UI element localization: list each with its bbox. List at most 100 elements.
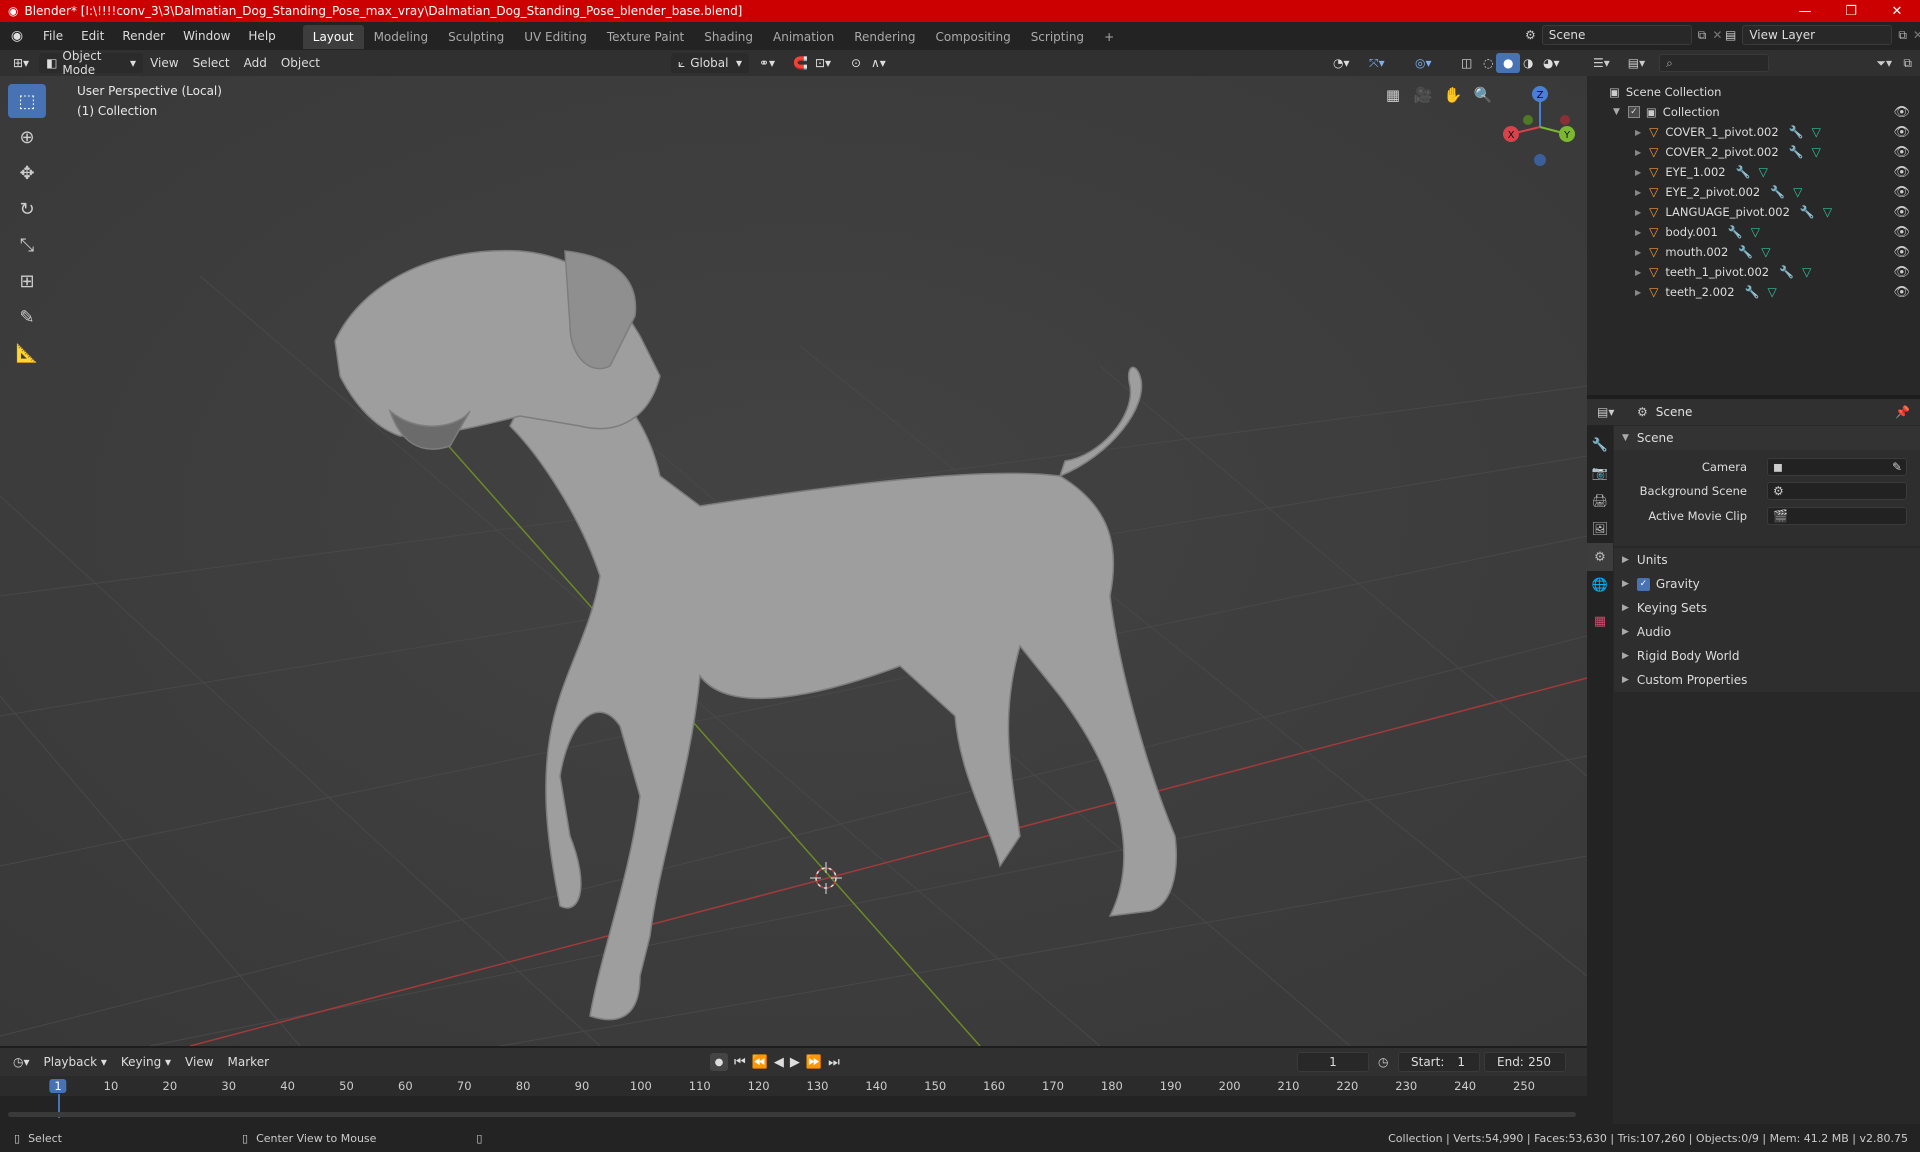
preview-range-icon[interactable]: ◷	[1378, 1055, 1388, 1069]
mesh-data-icon[interactable]: ▽	[1767, 285, 1776, 299]
mode-selector[interactable]: ◧ Object Mode ▾	[39, 49, 144, 77]
menu-view[interactable]: View	[143, 53, 185, 73]
view-layer-tab-icon[interactable]: 🖼	[1587, 515, 1613, 543]
menu-window[interactable]: Window	[174, 22, 239, 50]
zoom-view-icon[interactable]: 🔍	[1469, 81, 1497, 109]
new-collection-icon[interactable]: ⧉	[1903, 56, 1912, 71]
snap-target-icon[interactable]: ⊡▾	[808, 53, 838, 73]
outliner-object-row[interactable]: ▶ ▽ EYE_1.002 🔧 ▽ 👁	[1587, 162, 1920, 182]
cursor-tool-icon[interactable]: ⊕	[8, 120, 46, 154]
timeline-editor-type-icon[interactable]: ◷▾	[6, 1052, 37, 1072]
render-tab-icon[interactable]: 📷	[1587, 459, 1613, 487]
mesh-data-icon[interactable]: ▽	[1812, 145, 1821, 159]
outliner-object-row[interactable]: ▶ ▽ COVER_1_pivot.002 🔧 ▽ 👁	[1587, 122, 1920, 142]
outliner-object-row[interactable]: ▶ ▽ mouth.002 🔧 ▽ 👁	[1587, 242, 1920, 262]
keying-sets-panel[interactable]: ▶ Keying Sets	[1614, 596, 1920, 620]
menu-render[interactable]: Render	[113, 22, 174, 50]
collection-row[interactable]: ▼ ✓ ▣ Collection 👁	[1587, 102, 1920, 122]
timeline-scrollbar[interactable]	[8, 1112, 1576, 1117]
editor-type-icon[interactable]: ⊞▾	[6, 53, 36, 73]
outliner-object-row[interactable]: ▶ ▽ COVER_2_pivot.002 🔧 ▽ 👁	[1587, 142, 1920, 162]
background-scene-field[interactable]: ⚙	[1767, 482, 1907, 500]
eye-icon[interactable]: 👁	[1893, 185, 1910, 200]
outliner-object-row[interactable]: ▶ ▽ LANGUAGE_pivot.002 🔧 ▽ 👁	[1587, 202, 1920, 222]
tab-shading[interactable]: Shading	[694, 25, 763, 49]
texture-tab-icon[interactable]: ▦	[1587, 607, 1613, 635]
tab-uv-editing[interactable]: UV Editing	[514, 25, 597, 49]
rotate-tool-icon[interactable]: ↻	[8, 192, 46, 226]
pivot-icon[interactable]: ⚭▾	[752, 53, 782, 73]
audio-panel[interactable]: ▶ Audio	[1614, 620, 1920, 644]
filter-icon[interactable]: ⏷▾	[1876, 56, 1892, 71]
mesh-data-icon[interactable]: ▽	[1751, 225, 1760, 239]
expand-object-icon[interactable]: ▶	[1635, 228, 1641, 237]
outliner-object-row[interactable]: ▶ ▽ EYE_2_pivot.002 🔧 ▽ 👁	[1587, 182, 1920, 202]
mesh-data-icon[interactable]: ▽	[1823, 205, 1832, 219]
active-movie-clip-field[interactable]: 🎬	[1767, 507, 1907, 525]
tool-tab-icon[interactable]: 🔧	[1587, 431, 1613, 459]
toggle-perspective-icon[interactable]: ▦	[1379, 81, 1407, 109]
expand-object-icon[interactable]: ▶	[1635, 208, 1641, 217]
timeline-view-menu[interactable]: View	[178, 1052, 220, 1072]
transform-tool-icon[interactable]: ⊞	[8, 264, 46, 298]
outliner-object-row[interactable]: ▶ ▽ teeth_2.002 🔧 ▽ 👁	[1587, 282, 1920, 302]
modifier-wrench-icon[interactable]: 🔧	[1779, 265, 1794, 279]
current-frame-field[interactable]: 1	[1297, 1052, 1369, 1072]
3d-viewport[interactable]: User Perspective (Local) (1) Collection …	[0, 76, 1587, 1046]
mesh-data-icon[interactable]: ▽	[1802, 265, 1811, 279]
view-layer-selector[interactable]: View Layer	[1742, 25, 1893, 45]
new-scene-icon[interactable]: ⧉	[1698, 28, 1707, 43]
falloff-icon[interactable]: ∧▾	[864, 53, 893, 73]
world-tab-icon[interactable]: 🌐	[1587, 571, 1613, 599]
modifier-wrench-icon[interactable]: 🔧	[1736, 165, 1751, 179]
expand-collection-icon[interactable]: ▼	[1613, 107, 1620, 117]
frame-ruler[interactable]: 1 10 20 30 40 50 60 70 80 90 100 110 120 130 140 150 160…	[0, 1076, 1587, 1118]
outliner-object-row[interactable]: ▶ ▽ teeth_1_pivot.002 🔧 ▽ 👁	[1587, 262, 1920, 282]
scene-section-header[interactable]: ▼ Scene	[1614, 426, 1920, 450]
rendered-shading-icon[interactable]: ◕▾	[1536, 53, 1567, 73]
modifier-wrench-icon[interactable]: 🔧	[1770, 185, 1785, 199]
scale-tool-icon[interactable]: ⤡	[8, 228, 46, 262]
eye-icon[interactable]: 👁	[1893, 165, 1910, 180]
expand-object-icon[interactable]: ▶	[1635, 248, 1641, 257]
menu-file[interactable]: File	[34, 22, 72, 50]
tab-modeling[interactable]: Modeling	[364, 25, 439, 49]
remove-scene-icon[interactable]: ✕	[1712, 28, 1722, 42]
tab-compositing[interactable]: Compositing	[925, 25, 1020, 49]
expand-object-icon[interactable]: ▶	[1635, 268, 1641, 277]
units-panel[interactable]: ▶ Units	[1614, 548, 1920, 572]
menu-add[interactable]: Add	[237, 53, 274, 73]
camera-view-icon[interactable]: 🎥	[1409, 81, 1437, 109]
camera-field[interactable]: ◼ ✎	[1767, 458, 1907, 476]
mesh-data-icon[interactable]: ▽	[1761, 245, 1770, 259]
eye-icon[interactable]: 👁	[1893, 125, 1910, 140]
pin-icon[interactable]: 📌	[1895, 405, 1910, 419]
transform-orientation-selector[interactable]: ⟀ Global ▾	[671, 53, 749, 73]
eye-icon[interactable]: 👁	[1893, 285, 1910, 300]
rigid-body-world-panel[interactable]: ▶ Rigid Body World	[1614, 644, 1920, 668]
maximize-button[interactable]: ❐	[1828, 0, 1874, 22]
expand-object-icon[interactable]: ▶	[1635, 128, 1641, 137]
pan-view-icon[interactable]: ✋	[1439, 81, 1467, 109]
visibility-icon[interactable]: ◔▾	[1326, 53, 1357, 73]
output-tab-icon[interactable]: 🖨	[1587, 487, 1613, 515]
properties-editor-type-icon[interactable]: ▤▾	[1597, 405, 1614, 419]
select-box-tool-icon[interactable]: ⬚	[8, 84, 46, 118]
blender-menu-icon[interactable]: ◉	[0, 28, 34, 44]
outliner-editor-type-icon[interactable]: ☰▾	[1593, 56, 1610, 70]
menu-object[interactable]: Object	[274, 53, 327, 73]
navigation-gizmo[interactable]: Z Y X	[1495, 82, 1585, 172]
eye-icon[interactable]: 👁	[1893, 265, 1910, 280]
keying-menu[interactable]: Keying ▾	[114, 1052, 178, 1072]
eyedropper-icon[interactable]: ✎	[1892, 460, 1902, 474]
scene-collection-row[interactable]: ▣ Scene Collection	[1587, 82, 1920, 102]
display-mode-icon[interactable]: ▤▾	[1628, 56, 1645, 70]
eye-icon[interactable]: 👁	[1893, 145, 1910, 160]
jump-end-icon[interactable]: ⏭	[828, 1055, 840, 1070]
record-icon[interactable]: ●	[710, 1053, 728, 1071]
tab-rendering[interactable]: Rendering	[844, 25, 925, 49]
menu-help[interactable]: Help	[239, 22, 284, 50]
menu-select[interactable]: Select	[186, 53, 237, 73]
next-keyframe-icon[interactable]: ⏩	[806, 1055, 822, 1070]
prev-keyframe-icon[interactable]: ⏪	[752, 1055, 768, 1070]
